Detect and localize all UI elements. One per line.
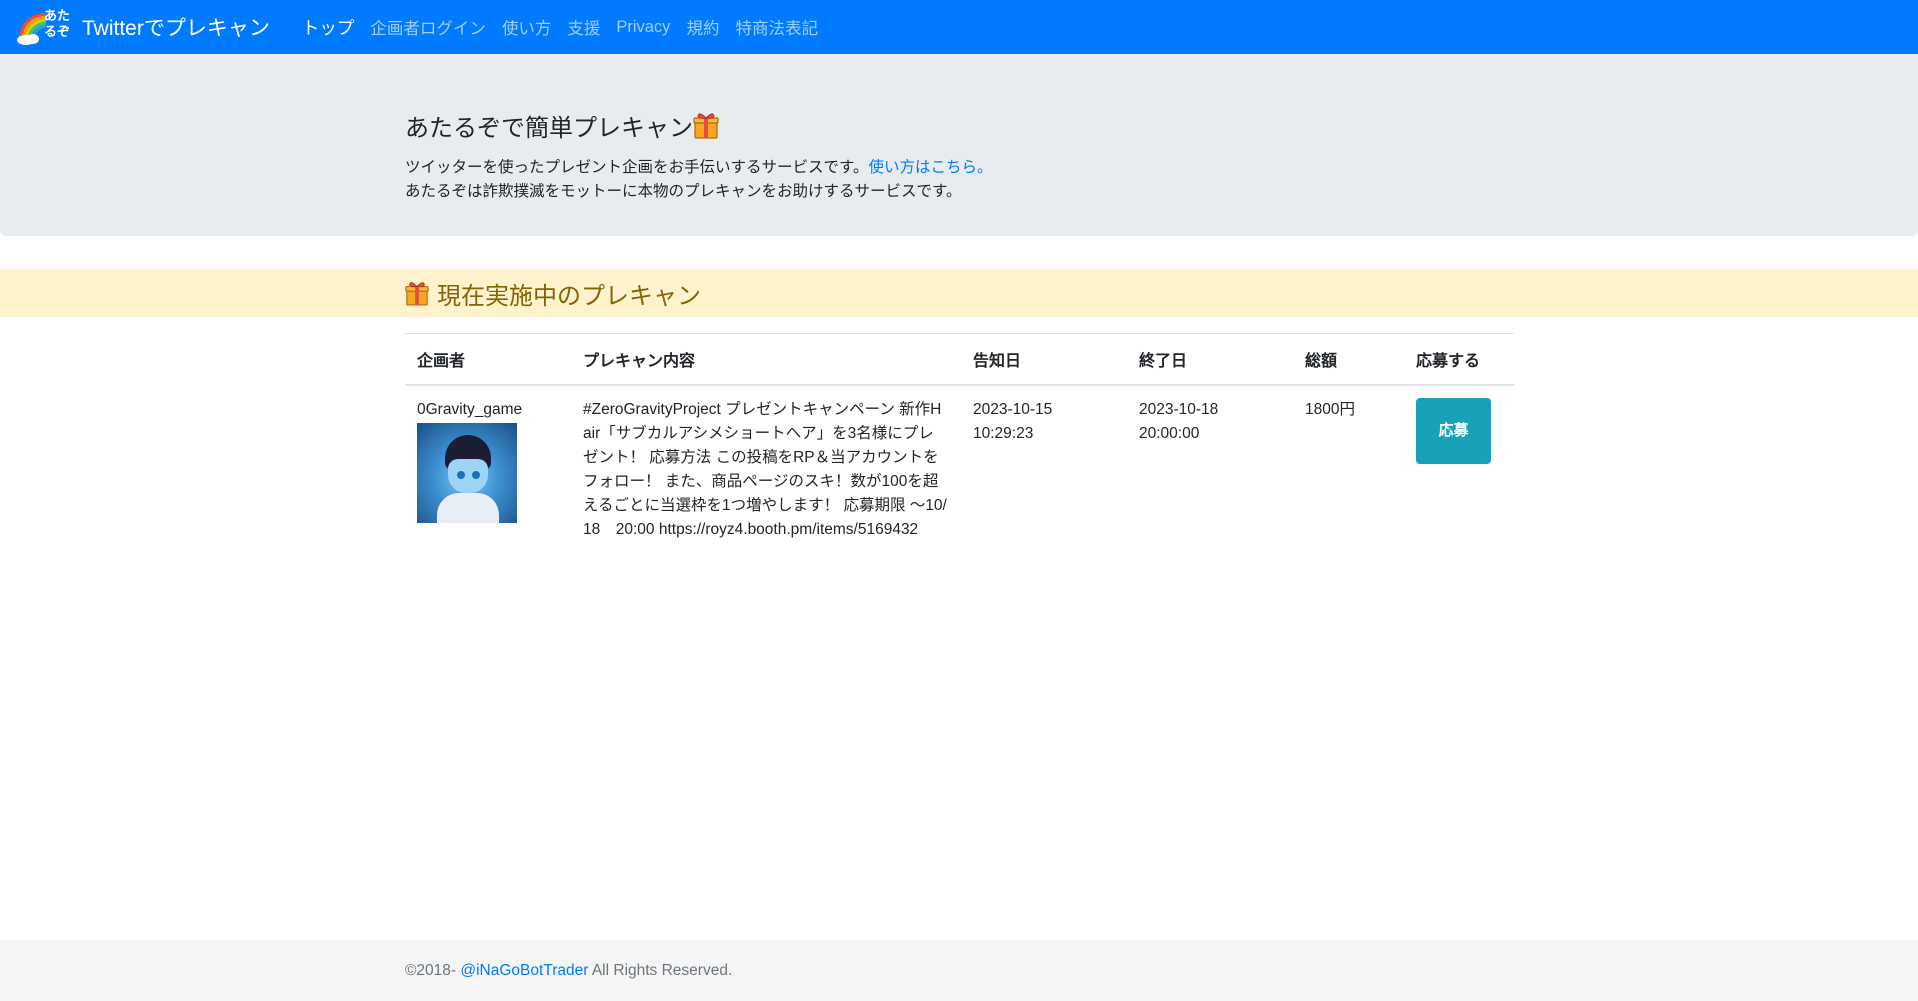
organizer-name: 0Gravity_game — [417, 400, 523, 418]
nav-terms[interactable]: 規約 — [686, 15, 719, 39]
end-date: 2023-10-18 — [1139, 400, 1219, 418]
current-campaigns-title: 現在実施中のプレキャン — [437, 282, 701, 310]
intro-description: ツイッターを使ったプレゼント企画をお手伝いするサービスです。使い方はこちら。 あ… — [405, 156, 1515, 204]
intro-title: あたるぞで簡単プレキャン — [405, 108, 1515, 142]
nav-commercial-law[interactable]: 特商法表記 — [735, 15, 818, 39]
campaign-table-container: 企画者 プレキャン内容 告知日 終了日 総額 応募する 0Gravity_gam… — [405, 333, 1514, 554]
intro-line-1: ツイッターを使ったプレゼント企画をお手伝いするサービスです。使い方はこちら。 — [405, 156, 1515, 180]
top-navbar: あたるぞ Twitterでプレキャン トップ 企画者ログイン 使い方 支援 Pr… — [0, 0, 1918, 54]
organizer-avatar — [417, 422, 517, 523]
nav-top[interactable]: トップ — [302, 15, 355, 40]
current-campaigns-banner: 現在実施中のプレキャン — [0, 269, 1918, 317]
twitter-handle-link[interactable]: @iNaGoBotTrader — [460, 962, 588, 979]
brand-link[interactable]: あたるぞ Twitterでプレキャン — [16, 6, 270, 48]
intro-line-2: あたるぞは詐欺撲滅をモットーに本物のプレキャンをお助けするサービスです。 — [405, 183, 962, 200]
nav-how-to-use[interactable]: 使い方 — [502, 15, 552, 39]
apply-button[interactable]: 応募 — [1416, 397, 1491, 464]
gift-icon — [405, 282, 429, 306]
copyright-suffix: All Rights Reserved. — [588, 962, 733, 979]
end-time: 20:00:00 — [1139, 424, 1200, 442]
intro-jumbotron: あたるぞで簡単プレキャン ツイッターを使ったプレゼント企画をお手伝いするサービス… — [0, 54, 1918, 236]
table-row: 0Gravity_game #ZeroGravityProject プレゼントキ… — [405, 384, 1514, 554]
logo-text: あたるぞ — [44, 9, 71, 40]
col-announce-date: 告知日 — [961, 333, 1127, 386]
nav-privacy[interactable]: Privacy — [616, 18, 670, 37]
announce-date-cell: 2023-10-15 10:29:23 — [961, 384, 1127, 554]
campaign-table: 企画者 プレキャン内容 告知日 終了日 総額 応募する 0Gravity_gam… — [405, 333, 1514, 554]
organizer-cell: 0Gravity_game — [405, 384, 571, 554]
total-cell: 1800円 — [1293, 384, 1404, 554]
announce-time: 10:29:23 — [973, 424, 1034, 442]
nav-support[interactable]: 支援 — [567, 15, 600, 39]
copyright: ©2018- @iNaGoBotTrader All Rights Reserv… — [405, 962, 732, 980]
intro-content: あたるぞで簡単プレキャン ツイッターを使ったプレゼント企画をお手伝いするサービス… — [405, 108, 1515, 204]
intro-line-1-text: ツイッターを使ったプレゼント企画をお手伝いするサービスです。 — [405, 159, 869, 176]
current-campaigns-heading: 現在実施中のプレキャン — [405, 269, 701, 317]
col-content: プレキャン内容 — [571, 333, 961, 386]
rainbow-cloud-logo-icon: あたるぞ — [16, 6, 78, 48]
how-to-use-link[interactable]: 使い方はこちら。 — [868, 159, 992, 176]
page-footer: ©2018- @iNaGoBotTrader All Rights Reserv… — [0, 940, 1918, 1001]
intro-title-text: あたるぞで簡単プレキャン — [405, 114, 693, 142]
announce-date: 2023-10-15 — [973, 400, 1053, 418]
apply-cell: 応募 — [1404, 384, 1514, 554]
brand-title: Twitterでプレキャン — [82, 17, 270, 40]
col-end-date: 終了日 — [1127, 333, 1293, 386]
end-date-cell: 2023-10-18 20:00:00 — [1127, 384, 1293, 554]
nav-links: トップ 企画者ログイン 使い方 支援 Privacy 規約 特商法表記 — [302, 15, 834, 40]
content-cell: #ZeroGravityProject プレゼントキャンペーン 新作Hair「サ… — [571, 384, 961, 554]
gift-icon — [693, 113, 719, 139]
copyright-prefix: ©2018- — [405, 962, 461, 979]
col-organizer: 企画者 — [405, 333, 571, 386]
col-apply: 応募する — [1404, 333, 1514, 386]
col-total: 総額 — [1293, 333, 1404, 386]
nav-organizer-login[interactable]: 企画者ログイン — [370, 15, 486, 39]
table-header-row: 企画者 プレキャン内容 告知日 終了日 総額 応募する — [405, 333, 1514, 386]
